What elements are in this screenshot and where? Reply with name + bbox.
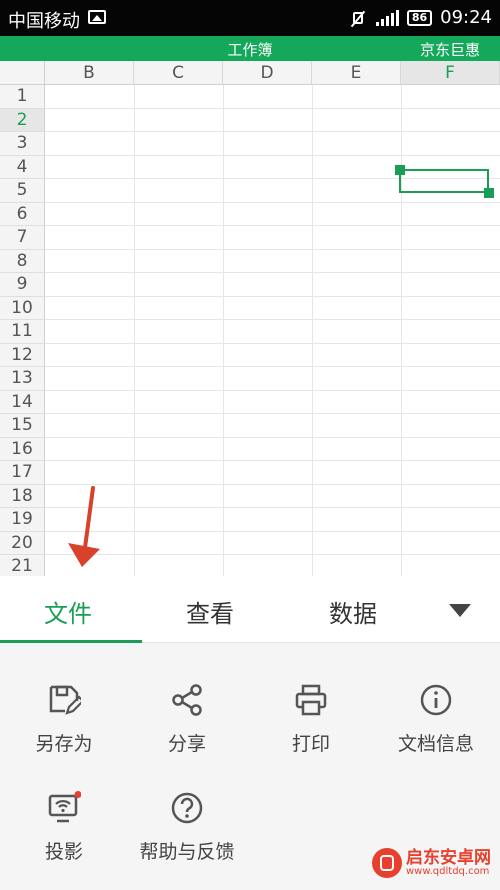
help-icon bbox=[170, 791, 204, 825]
row-header-5[interactable]: 5 bbox=[0, 179, 45, 203]
row-header-21[interactable]: 21 bbox=[0, 555, 45, 576]
row-header-9[interactable]: 9 bbox=[0, 273, 45, 297]
row-header-11[interactable]: 11 bbox=[0, 320, 45, 344]
status-bar: 中国移动 86 09:24 bbox=[0, 0, 500, 36]
watermark-logo-icon bbox=[372, 848, 402, 878]
column-header-c[interactable]: C bbox=[134, 61, 223, 85]
gallery-notification-icon bbox=[88, 10, 106, 24]
grid-line bbox=[45, 483, 500, 485]
watermark-title: 启东安卓网 bbox=[406, 847, 491, 868]
grid-line bbox=[45, 507, 500, 508]
grid-line bbox=[45, 530, 500, 532]
selection-handle-top-left[interactable] bbox=[395, 165, 405, 175]
row-header-14[interactable]: 14 bbox=[0, 390, 45, 414]
help-feedback-label: 帮助与反馈 bbox=[139, 841, 235, 863]
projection-icon bbox=[47, 791, 82, 825]
share-label: 分享 bbox=[167, 733, 206, 755]
column-header-b[interactable]: B bbox=[45, 61, 134, 85]
promo-link[interactable]: 京东巨惠 bbox=[420, 39, 480, 60]
carrier-name: 中国移动 bbox=[8, 11, 80, 32]
grid-line bbox=[401, 85, 402, 576]
more-tabs-triangle-icon[interactable] bbox=[449, 604, 471, 617]
grid-line bbox=[312, 85, 313, 576]
column-header-f[interactable]: F bbox=[401, 61, 500, 85]
save-as-button[interactable]: 另存为 bbox=[4, 683, 124, 756]
document-info-label: 文档信息 bbox=[397, 733, 474, 755]
print-icon bbox=[294, 683, 328, 717]
watermark: 启东安卓网 www.qdltdq.com bbox=[372, 848, 491, 878]
grid-line bbox=[45, 436, 500, 438]
row-header-8[interactable]: 8 bbox=[0, 249, 45, 273]
row-header-15[interactable]: 15 bbox=[0, 414, 45, 438]
row-header-17[interactable]: 17 bbox=[0, 461, 45, 485]
document-info-button[interactable]: 文档信息 bbox=[376, 683, 496, 756]
selection-handle-bottom-right[interactable] bbox=[484, 188, 494, 198]
grid-line bbox=[45, 225, 500, 226]
row-header-4[interactable]: 4 bbox=[0, 155, 45, 179]
row-header-3[interactable]: 3 bbox=[0, 132, 45, 156]
title-bar: 工作簿 京东巨惠 bbox=[0, 36, 500, 61]
row-header-2[interactable]: 2 bbox=[0, 108, 45, 132]
row-header-13[interactable]: 13 bbox=[0, 367, 45, 391]
grid-line bbox=[45, 295, 500, 297]
column-header-e[interactable]: E bbox=[312, 61, 401, 85]
grid-line bbox=[45, 248, 500, 250]
info-icon bbox=[419, 683, 453, 717]
clock: 09:24 bbox=[440, 7, 492, 28]
annotation-arrow bbox=[68, 486, 100, 567]
grid-line bbox=[45, 366, 500, 367]
row-header-7[interactable]: 7 bbox=[0, 226, 45, 250]
menu-tabs: 文件 查看 数据 bbox=[0, 576, 500, 643]
row-header-10[interactable]: 10 bbox=[0, 296, 45, 320]
file-menu-panel: 文件 查看 数据 另存为 分享 打印 文档信息 投影 帮助与反馈 bbox=[0, 576, 500, 890]
save-as-icon bbox=[47, 683, 85, 717]
watermark-url: www.qdltdq.com bbox=[406, 865, 490, 877]
signal-icon bbox=[375, 9, 399, 26]
grid-line bbox=[45, 201, 500, 203]
grid-line bbox=[45, 554, 500, 555]
projection-label: 投影 bbox=[44, 841, 83, 863]
print-label: 打印 bbox=[291, 733, 330, 755]
help-feedback-button[interactable]: 帮助与反馈 bbox=[127, 791, 247, 864]
select-all-corner[interactable] bbox=[0, 61, 45, 85]
grid-line bbox=[45, 107, 500, 109]
share-icon bbox=[170, 683, 204, 717]
grid-line bbox=[45, 131, 500, 132]
grid-line bbox=[45, 272, 500, 273]
column-header-d[interactable]: D bbox=[223, 61, 312, 85]
row-header-1[interactable]: 1 bbox=[0, 85, 45, 109]
row-header-18[interactable]: 18 bbox=[0, 484, 45, 508]
grid-line bbox=[45, 389, 500, 391]
grid-line bbox=[45, 319, 500, 320]
grid-line bbox=[45, 154, 500, 156]
tab-file[interactable]: 文件 bbox=[44, 594, 92, 629]
grid-line bbox=[45, 413, 500, 414]
selected-cell[interactable] bbox=[399, 169, 489, 193]
grid-line bbox=[45, 460, 500, 461]
active-tab-indicator bbox=[0, 640, 142, 643]
row-header-19[interactable]: 19 bbox=[0, 508, 45, 532]
row-header-6[interactable]: 6 bbox=[0, 202, 45, 226]
tab-data[interactable]: 数据 bbox=[329, 594, 377, 629]
row-header-16[interactable]: 16 bbox=[0, 437, 45, 461]
vibrate-off-icon bbox=[348, 10, 368, 26]
share-button[interactable]: 分享 bbox=[127, 683, 247, 756]
grid-line bbox=[223, 85, 224, 576]
row-header-12[interactable]: 12 bbox=[0, 343, 45, 367]
battery-icon: 86 bbox=[406, 9, 433, 26]
save-as-label: 另存为 bbox=[35, 733, 93, 755]
tab-view[interactable]: 查看 bbox=[186, 594, 234, 629]
row-header-20[interactable]: 20 bbox=[0, 531, 45, 555]
projection-button[interactable]: 投影 bbox=[4, 791, 124, 864]
grid-line bbox=[45, 342, 500, 344]
grid-line bbox=[134, 85, 135, 576]
print-button[interactable]: 打印 bbox=[251, 683, 371, 756]
